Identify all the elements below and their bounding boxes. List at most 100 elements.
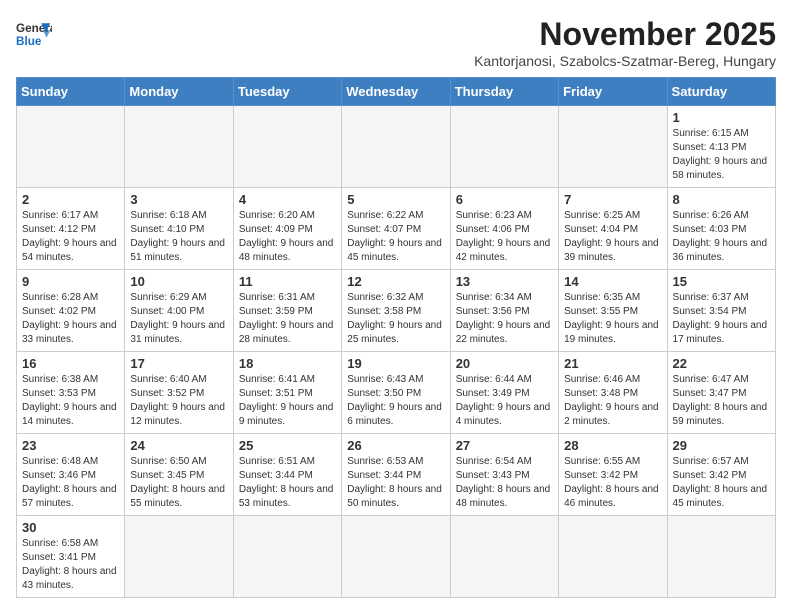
calendar-week-row: 16 Sunrise: 6:38 AM Sunset: 3:53 PM Dayli… <box>17 352 776 434</box>
calendar-week-row: 23Sunrise: 6:48 AM Sunset: 3:46 PM Dayli… <box>17 434 776 516</box>
calendar-day-cell: 10Sunrise: 6:29 AM Sunset: 4:00 PM Dayli… <box>125 270 233 352</box>
logo: General Blue <box>16 16 52 52</box>
day-info: Sunrise: 6:54 AM Sunset: 3:43 PM Dayligh… <box>456 455 553 511</box>
day-number: 23 <box>22 438 119 453</box>
calendar-day-cell <box>667 516 775 598</box>
calendar-day-cell <box>233 516 341 598</box>
calendar-day-cell: 21Sunrise: 6:46 AM Sunset: 3:48 PM Dayli… <box>559 352 667 434</box>
calendar-day-cell: 11 Sunrise: 6:31 AM Sunset: 3:59 PM Dayli… <box>233 270 341 352</box>
calendar-day-cell <box>233 106 341 188</box>
day-number: 27 <box>456 438 553 453</box>
weekday-header-cell: Saturday <box>667 78 775 106</box>
svg-text:Blue: Blue <box>16 35 42 48</box>
calendar-day-cell: 14 Sunrise: 6:35 AM Sunset: 3:55 PM Dayli… <box>559 270 667 352</box>
day-info: Sunrise: 6:55 AM Sunset: 3:42 PM Dayligh… <box>564 455 661 511</box>
day-number: 11 <box>239 274 336 289</box>
day-number: 30 <box>22 520 119 535</box>
day-info: Sunrise: 6:57 AM Sunset: 3:42 PM Dayligh… <box>673 455 770 511</box>
calendar-day-cell: 2 Sunrise: 6:17 AM Sunset: 4:12 PM Daylig… <box>17 188 125 270</box>
day-number: 2 <box>22 192 119 207</box>
location-title: Kantorjanosi, Szabolcs-Szatmar-Bereg, Hu… <box>474 53 776 69</box>
calendar-day-cell: 22Sunrise: 6:47 AM Sunset: 3:47 PM Dayli… <box>667 352 775 434</box>
day-number: 26 <box>347 438 444 453</box>
day-number: 17 <box>130 356 227 371</box>
day-number: 28 <box>564 438 661 453</box>
calendar-week-row: 9Sunrise: 6:28 AM Sunset: 4:02 PM Daylig… <box>17 270 776 352</box>
logo-icon: General Blue <box>16 16 52 52</box>
calendar-day-cell: 30 Sunrise: 6:58 AM Sunset: 3:41 PM Dayli… <box>17 516 125 598</box>
day-info: Sunrise: 6:46 AM Sunset: 3:48 PM Dayligh… <box>564 373 661 429</box>
day-info: Sunrise: 6:53 AM Sunset: 3:44 PM Dayligh… <box>347 455 444 511</box>
day-number: 29 <box>673 438 770 453</box>
calendar-day-cell: 23Sunrise: 6:48 AM Sunset: 3:46 PM Dayli… <box>17 434 125 516</box>
day-info: Sunrise: 6:17 AM Sunset: 4:12 PM Dayligh… <box>22 209 119 265</box>
calendar-week-row: 30 Sunrise: 6:58 AM Sunset: 3:41 PM Dayli… <box>17 516 776 598</box>
day-info: Sunrise: 6:35 AM Sunset: 3:55 PM Dayligh… <box>564 291 661 347</box>
calendar-table: SundayMondayTuesdayWednesdayThursdayFrid… <box>16 77 776 598</box>
day-info: Sunrise: 6:22 AM Sunset: 4:07 PM Dayligh… <box>347 209 444 265</box>
day-number: 19 <box>347 356 444 371</box>
day-info: Sunrise: 6:40 AM Sunset: 3:52 PM Dayligh… <box>130 373 227 429</box>
calendar-week-row: 2 Sunrise: 6:17 AM Sunset: 4:12 PM Daylig… <box>17 188 776 270</box>
day-number: 13 <box>456 274 553 289</box>
calendar-day-cell: 3Sunrise: 6:18 AM Sunset: 4:10 PM Daylig… <box>125 188 233 270</box>
day-info: Sunrise: 6:32 AM Sunset: 3:58 PM Dayligh… <box>347 291 444 347</box>
day-number: 24 <box>130 438 227 453</box>
day-info: Sunrise: 6:23 AM Sunset: 4:06 PM Dayligh… <box>456 209 553 265</box>
month-title: November 2025 <box>474 16 776 53</box>
calendar-day-cell <box>342 516 450 598</box>
weekday-header-cell: Sunday <box>17 78 125 106</box>
day-info: Sunrise: 6:26 AM Sunset: 4:03 PM Dayligh… <box>673 209 770 265</box>
day-info: Sunrise: 6:15 AM Sunset: 4:13 PM Dayligh… <box>673 127 770 183</box>
calendar-day-cell: 16 Sunrise: 6:38 AM Sunset: 3:53 PM Dayli… <box>17 352 125 434</box>
calendar-day-cell: 4Sunrise: 6:20 AM Sunset: 4:09 PM Daylig… <box>233 188 341 270</box>
day-info: Sunrise: 6:51 AM Sunset: 3:44 PM Dayligh… <box>239 455 336 511</box>
calendar-day-cell: 8Sunrise: 6:26 AM Sunset: 4:03 PM Daylig… <box>667 188 775 270</box>
calendar-day-cell: 27 Sunrise: 6:54 AM Sunset: 3:43 PM Dayli… <box>450 434 558 516</box>
day-number: 5 <box>347 192 444 207</box>
day-info: Sunrise: 6:44 AM Sunset: 3:49 PM Dayligh… <box>456 373 553 429</box>
calendar-body: 1 Sunrise: 6:15 AM Sunset: 4:13 PM Daylig… <box>17 106 776 598</box>
calendar-day-cell: 5 Sunrise: 6:22 AM Sunset: 4:07 PM Daylig… <box>342 188 450 270</box>
calendar-day-cell: 29 Sunrise: 6:57 AM Sunset: 3:42 PM Dayli… <box>667 434 775 516</box>
calendar-week-row: 1 Sunrise: 6:15 AM Sunset: 4:13 PM Daylig… <box>17 106 776 188</box>
calendar-day-cell <box>450 516 558 598</box>
day-number: 25 <box>239 438 336 453</box>
day-info: Sunrise: 6:20 AM Sunset: 4:09 PM Dayligh… <box>239 209 336 265</box>
day-info: Sunrise: 6:38 AM Sunset: 3:53 PM Dayligh… <box>22 373 119 429</box>
day-info: Sunrise: 6:50 AM Sunset: 3:45 PM Dayligh… <box>130 455 227 511</box>
day-info: Sunrise: 6:41 AM Sunset: 3:51 PM Dayligh… <box>239 373 336 429</box>
day-info: Sunrise: 6:47 AM Sunset: 3:47 PM Dayligh… <box>673 373 770 429</box>
calendar-day-cell <box>559 106 667 188</box>
calendar-day-cell: 26 Sunrise: 6:53 AM Sunset: 3:44 PM Dayli… <box>342 434 450 516</box>
calendar-day-cell: 24 Sunrise: 6:50 AM Sunset: 3:45 PM Dayli… <box>125 434 233 516</box>
day-info: Sunrise: 6:29 AM Sunset: 4:00 PM Dayligh… <box>130 291 227 347</box>
weekday-header-cell: Thursday <box>450 78 558 106</box>
weekday-header-cell: Tuesday <box>233 78 341 106</box>
day-info: Sunrise: 6:34 AM Sunset: 3:56 PM Dayligh… <box>456 291 553 347</box>
day-number: 7 <box>564 192 661 207</box>
day-info: Sunrise: 6:31 AM Sunset: 3:59 PM Dayligh… <box>239 291 336 347</box>
weekday-header-cell: Friday <box>559 78 667 106</box>
calendar-day-cell: 6Sunrise: 6:23 AM Sunset: 4:06 PM Daylig… <box>450 188 558 270</box>
weekday-header: SundayMondayTuesdayWednesdayThursdayFrid… <box>17 78 776 106</box>
day-number: 3 <box>130 192 227 207</box>
calendar-day-cell <box>559 516 667 598</box>
day-info: Sunrise: 6:58 AM Sunset: 3:41 PM Dayligh… <box>22 537 119 593</box>
day-number: 14 <box>564 274 661 289</box>
day-number: 15 <box>673 274 770 289</box>
calendar-day-cell: 9Sunrise: 6:28 AM Sunset: 4:02 PM Daylig… <box>17 270 125 352</box>
calendar-day-cell: 19Sunrise: 6:43 AM Sunset: 3:50 PM Dayli… <box>342 352 450 434</box>
calendar-day-cell: 12Sunrise: 6:32 AM Sunset: 3:58 PM Dayli… <box>342 270 450 352</box>
calendar-day-cell: 20Sunrise: 6:44 AM Sunset: 3:49 PM Dayli… <box>450 352 558 434</box>
day-info: Sunrise: 6:25 AM Sunset: 4:04 PM Dayligh… <box>564 209 661 265</box>
day-number: 18 <box>239 356 336 371</box>
day-number: 1 <box>673 110 770 125</box>
day-number: 16 <box>22 356 119 371</box>
calendar-day-cell: 17 Sunrise: 6:40 AM Sunset: 3:52 PM Dayli… <box>125 352 233 434</box>
title-section: November 2025 Kantorjanosi, Szabolcs-Sza… <box>474 16 776 69</box>
calendar-day-cell: 18 Sunrise: 6:41 AM Sunset: 3:51 PM Dayli… <box>233 352 341 434</box>
weekday-header-cell: Wednesday <box>342 78 450 106</box>
weekday-header-cell: Monday <box>125 78 233 106</box>
calendar-day-cell: 28 Sunrise: 6:55 AM Sunset: 3:42 PM Dayli… <box>559 434 667 516</box>
